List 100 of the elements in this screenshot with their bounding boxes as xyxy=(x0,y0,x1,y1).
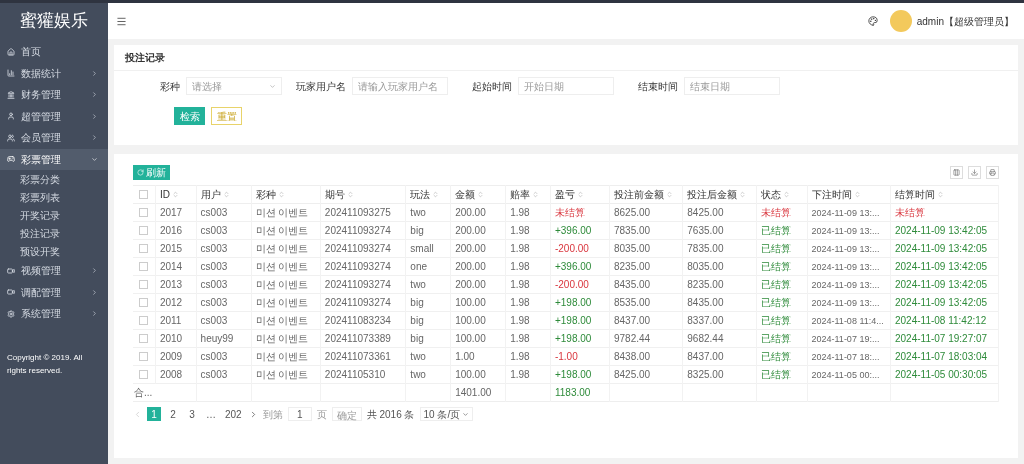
sort-icon[interactable] xyxy=(576,191,584,198)
table-cell: 2024-11-05 00:30:05 xyxy=(895,369,988,380)
sort-icon[interactable] xyxy=(432,191,440,198)
page-input[interactable]: 1 xyxy=(287,407,312,421)
sort-icon[interactable] xyxy=(532,191,540,198)
palette-icon[interactable] xyxy=(867,16,878,26)
table-cell: 1.98 xyxy=(510,369,530,380)
table-cell: 2024-11-07 19:... xyxy=(811,333,880,344)
page-size-select[interactable]: 10 条/页 xyxy=(419,407,474,421)
column-header[interactable]: 盈亏 xyxy=(554,187,575,202)
sidebar-item[interactable]: 系统管理 xyxy=(0,303,108,325)
table-cell: 1183.00 xyxy=(554,387,591,398)
sort-icon[interactable] xyxy=(782,191,790,198)
export-button[interactable] xyxy=(968,165,981,179)
sort-icon[interactable] xyxy=(171,191,179,198)
sort-icon[interactable] xyxy=(853,191,861,198)
table-cell: 8035.00 xyxy=(687,261,724,272)
sort-icon[interactable] xyxy=(739,191,747,198)
checkbox[interactable] xyxy=(139,370,149,379)
sidebar-item[interactable]: 调配管理 xyxy=(0,281,108,303)
users-icon xyxy=(7,133,15,142)
table-cell: 2024-11-09 13:... xyxy=(811,279,880,290)
checkbox[interactable] xyxy=(139,244,149,253)
checkbox[interactable] xyxy=(139,190,149,199)
prev-page-icon[interactable] xyxy=(133,409,142,419)
column-header[interactable]: 状态 xyxy=(760,187,781,202)
table-cell: 미션 이벤트 xyxy=(255,333,309,344)
sort-icon[interactable] xyxy=(277,191,285,198)
sort-icon[interactable] xyxy=(666,191,673,198)
table-cell: 2024-11-09 13:42:05 xyxy=(895,297,988,308)
sidebar-item[interactable]: 超管管理 xyxy=(0,105,108,127)
checkbox[interactable] xyxy=(139,334,149,343)
submenu-item[interactable]: 彩票列表 xyxy=(0,188,108,206)
table-cell: 8035.00 xyxy=(614,243,651,254)
column-header[interactable]: 结算时间 xyxy=(895,187,935,202)
table-cell: heuy99 xyxy=(200,333,234,344)
page-button[interactable]: 2 xyxy=(166,407,180,421)
user-name[interactable]: admin【超级管理员】 xyxy=(916,13,1014,29)
sidebar-item[interactable]: 首页 xyxy=(0,41,108,63)
submenu-item[interactable]: 开奖记录 xyxy=(0,206,108,224)
menu-icon[interactable] xyxy=(116,15,127,27)
table-cell: 7635.00 xyxy=(687,225,724,236)
table-cell: +198.00 xyxy=(554,369,592,380)
column-header[interactable]: 用户 xyxy=(200,187,221,202)
table-cell: 200.00 xyxy=(455,261,486,272)
columns-button[interactable] xyxy=(950,165,963,179)
table-cell: 1.98 xyxy=(510,225,530,236)
column-header[interactable]: 玩法 xyxy=(410,187,431,202)
column-header[interactable]: 期号 xyxy=(324,187,345,202)
table-cell: 202411083234 xyxy=(324,315,391,326)
chevron-right-icon xyxy=(91,112,98,120)
table-cell: 8235.00 xyxy=(687,279,724,290)
submenu-item[interactable]: 预设开奖 xyxy=(0,242,108,260)
table-cell: cs003 xyxy=(200,279,228,290)
table-cell: 已结算 xyxy=(760,261,791,272)
table-cell: 1.98 xyxy=(510,279,530,290)
table-cell: 202411073389 xyxy=(324,333,391,344)
checkbox[interactable] xyxy=(139,298,149,307)
avatar[interactable] xyxy=(889,10,912,32)
sidebar-item[interactable]: 数据统计 xyxy=(0,62,108,84)
table-cell: 2024-11-09 13:42:05 xyxy=(895,243,988,254)
checkbox[interactable] xyxy=(139,262,149,271)
column-header[interactable]: 投注后金额 xyxy=(687,187,738,202)
column-header[interactable]: 投注前金额 xyxy=(614,187,664,202)
column-header[interactable]: ID xyxy=(159,187,170,202)
home-icon xyxy=(7,47,15,56)
sort-icon[interactable] xyxy=(346,191,354,198)
checkbox[interactable] xyxy=(139,316,149,325)
checkbox[interactable] xyxy=(139,280,149,289)
checkbox[interactable] xyxy=(139,226,149,235)
chevron-down-icon xyxy=(462,410,470,418)
table-cell: +198.00 xyxy=(554,333,592,344)
sidebar-item[interactable]: 会员管理 xyxy=(0,127,108,149)
video-icon xyxy=(7,288,15,297)
sort-icon[interactable] xyxy=(477,191,485,198)
print-button[interactable] xyxy=(986,165,999,179)
table-cell: 202411093275 xyxy=(324,207,391,218)
table-cell: 1.98 xyxy=(510,297,530,308)
column-header[interactable]: 彩种 xyxy=(255,187,276,202)
page-button[interactable]: 202 xyxy=(223,407,244,421)
sidebar-item[interactable]: 视频管理 xyxy=(0,260,108,282)
table-cell: 2024-11-07 18:... xyxy=(811,351,880,362)
table-cell: 200.00 xyxy=(455,225,486,236)
sort-icon[interactable] xyxy=(222,191,230,198)
column-header[interactable]: 赔率 xyxy=(510,187,531,202)
page-button[interactable]: 3 xyxy=(185,407,199,421)
submenu-item[interactable]: 彩票分类 xyxy=(0,170,108,188)
column-header[interactable]: 下注时间 xyxy=(811,187,852,202)
page-button[interactable]: … xyxy=(204,407,218,421)
checkbox[interactable] xyxy=(139,352,149,361)
sidebar-item[interactable]: 彩票管理 xyxy=(0,148,108,170)
table-cell: 1.98 xyxy=(510,333,530,344)
sidebar-item[interactable]: 财务管理 xyxy=(0,84,108,106)
table-cell: 8435.00 xyxy=(687,297,724,308)
column-header[interactable]: 金额 xyxy=(455,187,476,202)
checkbox[interactable] xyxy=(139,208,149,217)
table-cell: +198.00 xyxy=(554,315,592,326)
sort-icon[interactable] xyxy=(937,191,944,198)
submenu-item[interactable]: 投注记录 xyxy=(0,224,108,242)
table-cell: 2024-11-08 11:42:12 xyxy=(895,315,987,326)
